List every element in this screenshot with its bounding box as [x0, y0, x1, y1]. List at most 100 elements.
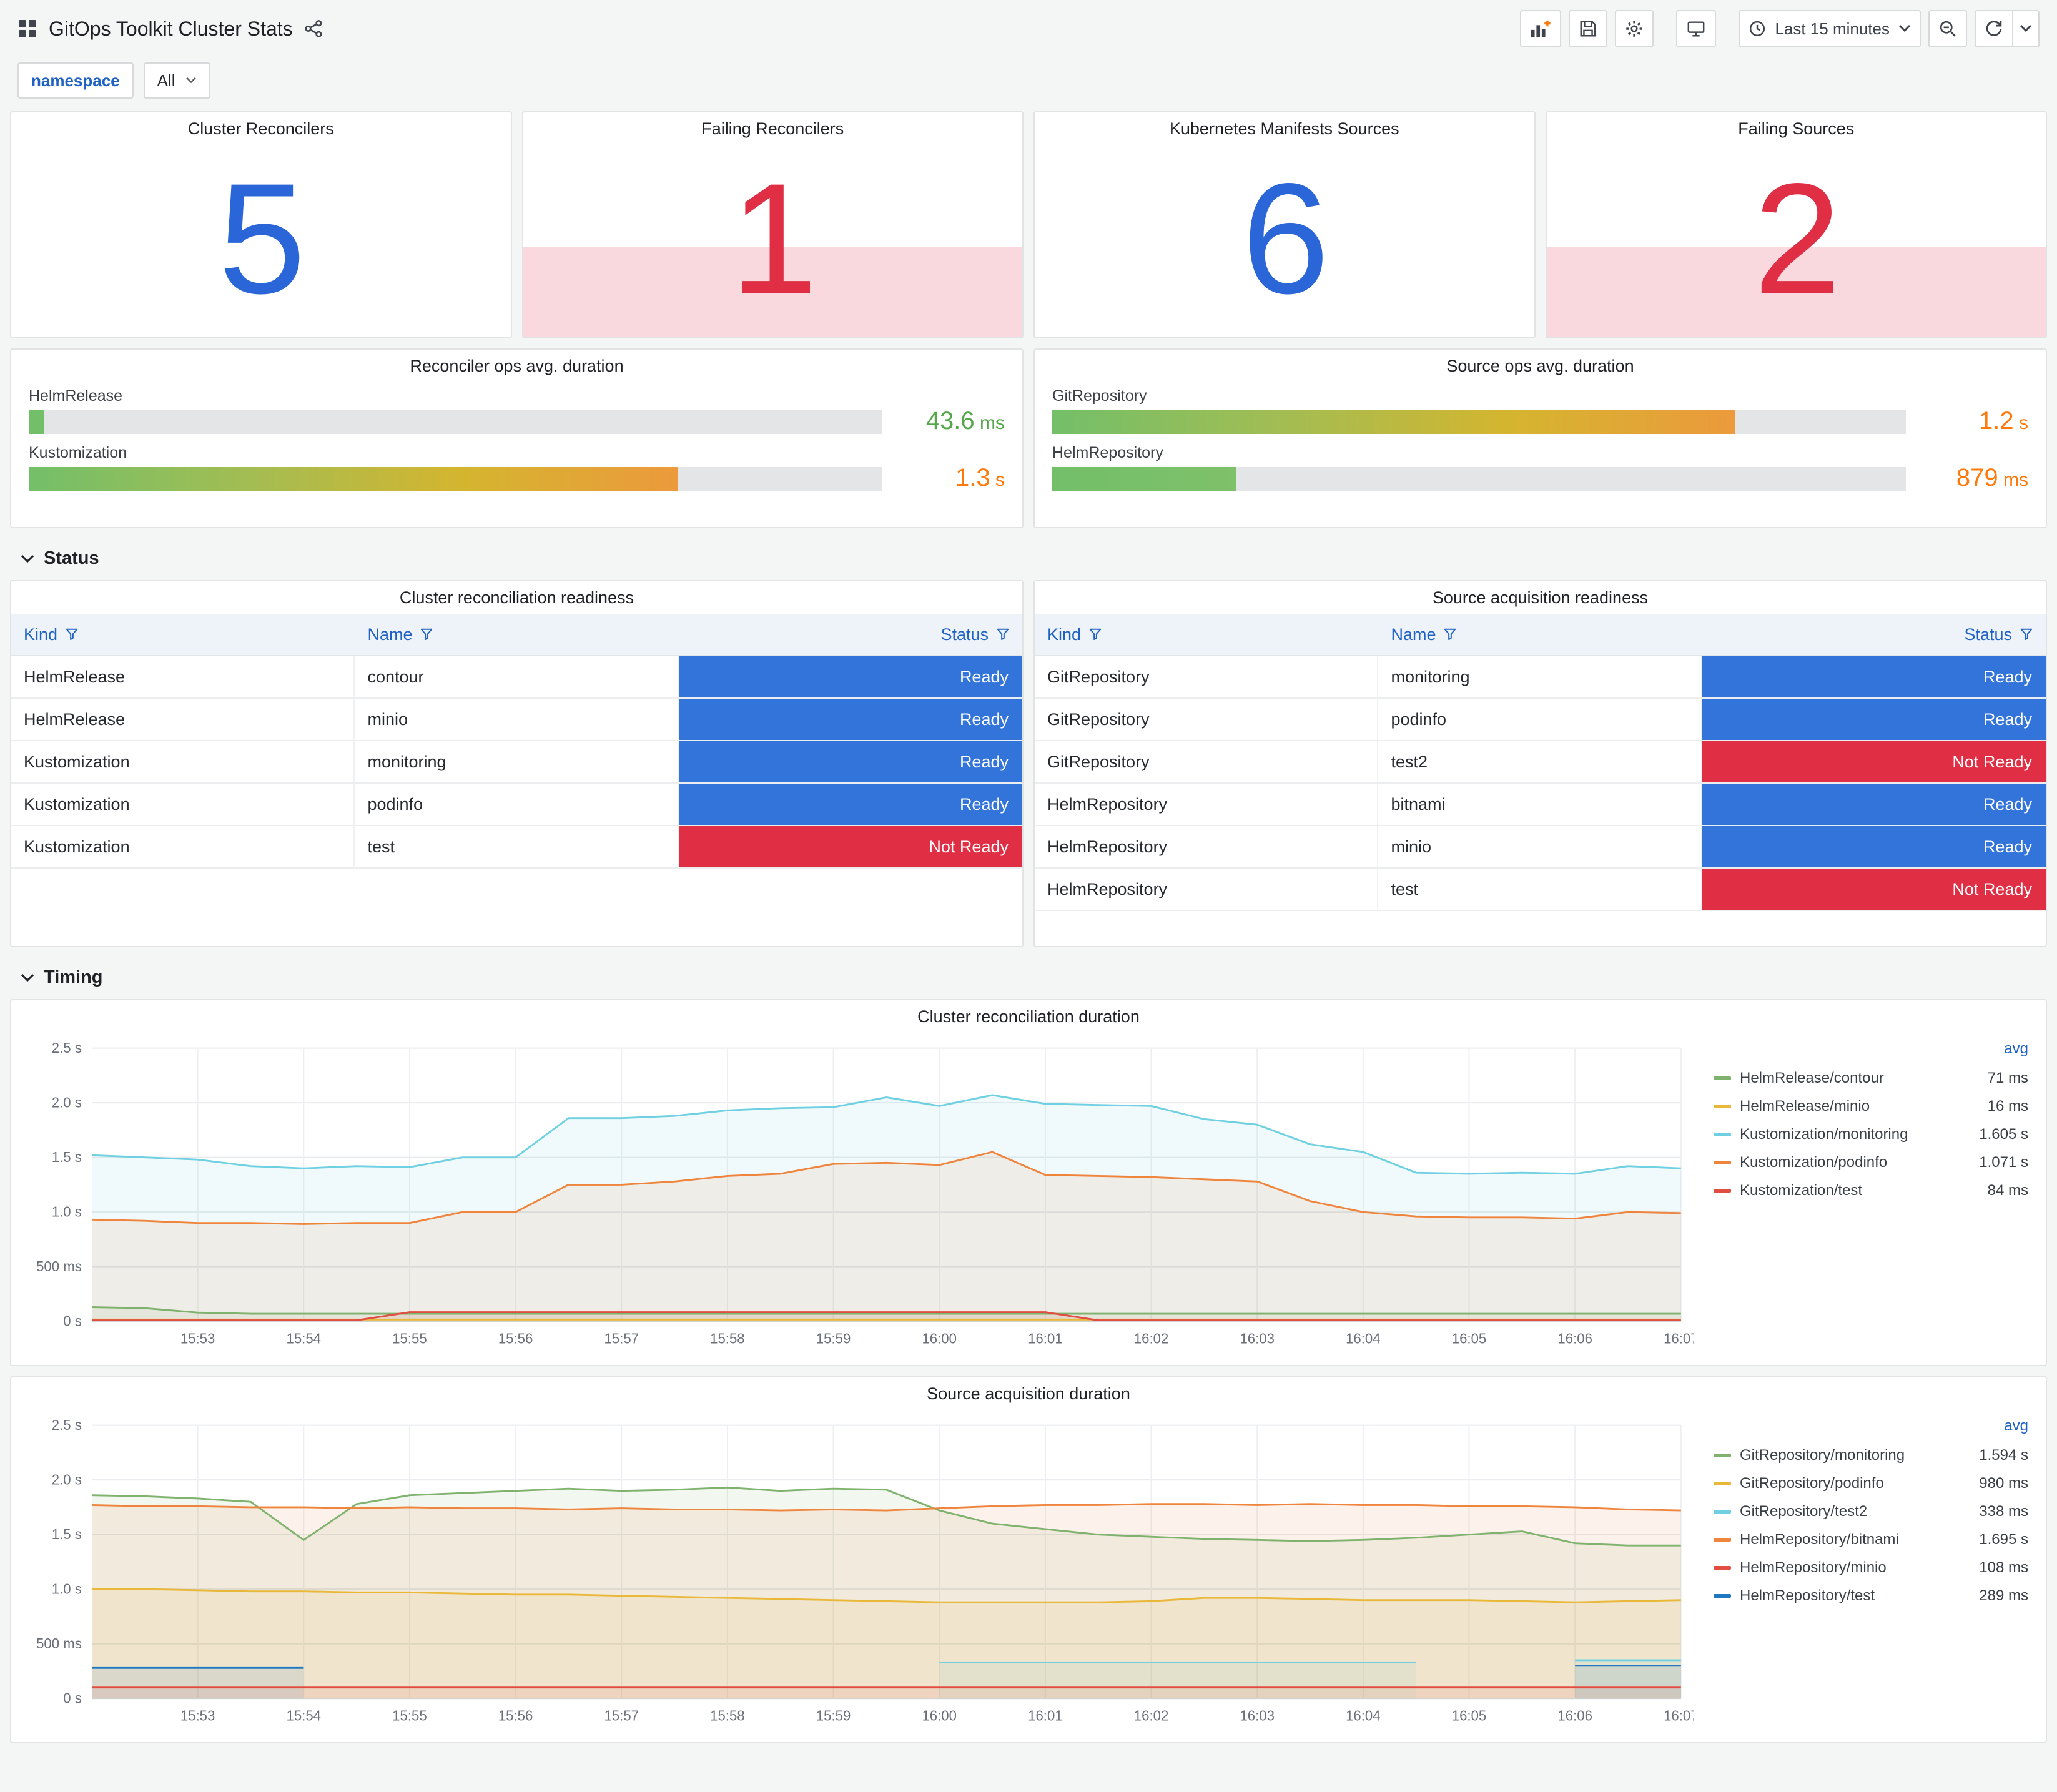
clock-icon	[1750, 21, 1765, 37]
svg-text:1.5 s: 1.5 s	[52, 1150, 82, 1165]
variable-label-namespace[interactable]: namespace	[17, 62, 134, 99]
legend-series-name: Kustomization/podinfo	[1740, 1153, 1888, 1171]
time-range-picker[interactable]: Last 15 minutes	[1739, 10, 1921, 47]
variable-value-dropdown[interactable]: All	[143, 62, 210, 99]
panel-title: Source acquisition duration	[927, 1384, 1130, 1403]
filter-icon[interactable]	[1088, 628, 1102, 641]
series-color-icon	[1714, 1132, 1731, 1136]
svg-text:16:06: 16:06	[1557, 1708, 1592, 1723]
time-series-chart[interactable]: 0 s 500 ms 1.0 s 1.5 s 2.0 s 2.5 s 15:53 15:54 1…	[19, 1035, 1694, 1357]
svg-text:16:06: 16:06	[1557, 1331, 1592, 1346]
column-header-name[interactable]: Name	[1378, 614, 1702, 656]
dashboard-title: GitOps Toolkit Cluster Stats	[49, 17, 293, 40]
svg-text:2.5 s: 2.5 s	[52, 1417, 82, 1433]
svg-text:2.0 s: 2.0 s	[52, 1472, 82, 1487]
refresh-button[interactable]	[1975, 10, 2013, 47]
chevron-down-icon	[21, 973, 34, 982]
legend-item-helmrelease-minio[interactable]: HelmRelease/minio 16 ms	[1714, 1092, 2028, 1120]
legend-avg-value: 338 ms	[1979, 1502, 2028, 1520]
svg-text:16:01: 16:01	[1028, 1331, 1062, 1346]
cell-name: test	[1378, 869, 1702, 911]
series-color-icon	[1714, 1481, 1731, 1485]
refresh-interval-dropdown[interactable]	[2012, 10, 2040, 47]
filter-icon[interactable]	[996, 628, 1010, 641]
filter-icon[interactable]	[65, 628, 79, 641]
legend-series-name: Kustomization/monitoring	[1740, 1125, 1908, 1143]
stats-row: Cluster Reconcilers 5 Failing Reconciler…	[10, 111, 2047, 338]
cell-kind: Kustomization	[11, 741, 355, 784]
legend-avg-value: 71 ms	[1987, 1069, 2028, 1086]
legend-avg-value: 1.695 s	[1979, 1530, 2028, 1548]
legend-item-kustomization-monitoring[interactable]: Kustomization/monitoring 1.605 s	[1714, 1120, 2028, 1148]
legend-item-kustomization-test[interactable]: Kustomization/test 84 ms	[1714, 1176, 2028, 1204]
column-header-status[interactable]: Status	[678, 614, 1022, 656]
legend-item-helmrepository-minio[interactable]: HelmRepository/minio 108 ms	[1714, 1553, 2028, 1582]
legend-avg-value: 84 ms	[1987, 1181, 2028, 1199]
series-color-icon	[1714, 1160, 1731, 1164]
legend-item-gitrepository-test2[interactable]: GitRepository/test2 338 ms	[1714, 1497, 2028, 1525]
save-dashboard-button[interactable]	[1569, 10, 1608, 47]
caret-down-icon	[1898, 24, 1911, 32]
chevron-down-icon	[21, 554, 34, 563]
cell-kind: HelmRepository	[1035, 826, 1379, 869]
legend-item-gitrepository-monitoring[interactable]: GitRepository/monitoring 1.594 s	[1714, 1441, 2028, 1469]
legend-item-kustomization-podinfo[interactable]: Kustomization/podinfo 1.071 s	[1714, 1148, 2028, 1176]
row-header-status[interactable]: Status	[0, 538, 2057, 580]
stat-panel-cluster-reconcilers: Cluster Reconcilers 5	[10, 111, 512, 338]
status-badge: Ready	[678, 699, 1022, 741]
row-header-timing[interactable]: Timing	[0, 957, 2057, 999]
cell-kind: HelmRelease	[11, 656, 355, 699]
cell-name: monitoring	[355, 741, 679, 784]
svg-text:16:00: 16:00	[922, 1708, 956, 1723]
legend-item-helmrelease-contour[interactable]: HelmRelease/contour 71 ms	[1714, 1064, 2028, 1092]
legend-item-helmrepository-test[interactable]: HelmRepository/test 289 ms	[1714, 1582, 2028, 1610]
svg-text:16:07: 16:07	[1664, 1331, 1694, 1346]
svg-text:16:01: 16:01	[1028, 1708, 1062, 1723]
add-panel-button[interactable]	[1520, 10, 1562, 47]
svg-text:16:04: 16:04	[1346, 1331, 1380, 1346]
filter-icon[interactable]	[1443, 628, 1457, 641]
status-badge: Ready	[678, 784, 1022, 826]
svg-text:15:58: 15:58	[710, 1331, 744, 1346]
filter-icon[interactable]	[2020, 628, 2033, 641]
filter-icon[interactable]	[420, 628, 433, 641]
cell-name: test	[355, 826, 679, 869]
time-range-label: Last 15 minutes	[1775, 19, 1890, 38]
legend-sort-avg[interactable]: avg	[1714, 1040, 2028, 1064]
time-series-chart[interactable]: 0 s 500 ms 1.0 s 1.5 s 2.0 s 2.5 s 15:53 15:54 1…	[19, 1412, 1694, 1735]
gauge-fill	[29, 410, 44, 434]
gauge-value: 879 ms	[1956, 464, 2028, 491]
legend-series-name: HelmRelease/contour	[1740, 1069, 1884, 1086]
column-header-kind[interactable]: Kind	[11, 614, 355, 656]
svg-text:500 ms: 500 ms	[36, 1636, 82, 1652]
legend-avg-value: 980 ms	[1979, 1474, 2028, 1492]
legend-series-name: GitRepository/test2	[1740, 1502, 1868, 1520]
cell-kind: HelmRelease	[11, 699, 355, 741]
dashboard-grid-icon[interactable]	[17, 19, 37, 39]
cell-kind: GitRepository	[1035, 656, 1379, 699]
readiness-table: Kind Name Status HelmRelease contour Ready…	[11, 614, 1022, 869]
legend-item-helmrepository-bitnami[interactable]: HelmRepository/bitnami 1.695 s	[1714, 1525, 2028, 1553]
zoom-out-button[interactable]	[1928, 10, 1967, 47]
cell-kind: Kustomization	[11, 826, 355, 869]
svg-text:16:03: 16:03	[1240, 1708, 1274, 1723]
panel-title: Reconciler ops avg. duration	[410, 357, 624, 375]
column-header-status[interactable]: Status	[1702, 614, 2046, 656]
cycle-view-mode-button[interactable]	[1676, 10, 1717, 47]
dashboard-settings-button[interactable]	[1615, 10, 1654, 47]
cell-kind: HelmRepository	[1035, 869, 1379, 911]
share-icon[interactable]	[304, 19, 323, 38]
svg-text:15:59: 15:59	[816, 1708, 851, 1723]
legend-series-name: Kustomization/test	[1740, 1181, 1863, 1199]
column-header-kind[interactable]: Kind	[1035, 614, 1379, 656]
svg-text:15:57: 15:57	[604, 1708, 639, 1723]
svg-text:15:53: 15:53	[180, 1708, 215, 1723]
column-header-name[interactable]: Name	[355, 614, 679, 656]
series-color-icon	[1714, 1188, 1731, 1193]
gauge-value: 1.2 s	[1979, 407, 2028, 435]
gauge-track	[29, 410, 882, 434]
legend-item-gitrepository-podinfo[interactable]: GitRepository/podinfo 980 ms	[1714, 1469, 2028, 1497]
series-color-icon	[1714, 1104, 1731, 1108]
dashboard-header: GitOps Toolkit Cluster Stats Last 15 min…	[0, 0, 2057, 57]
legend-sort-avg[interactable]: avg	[1714, 1417, 2028, 1441]
